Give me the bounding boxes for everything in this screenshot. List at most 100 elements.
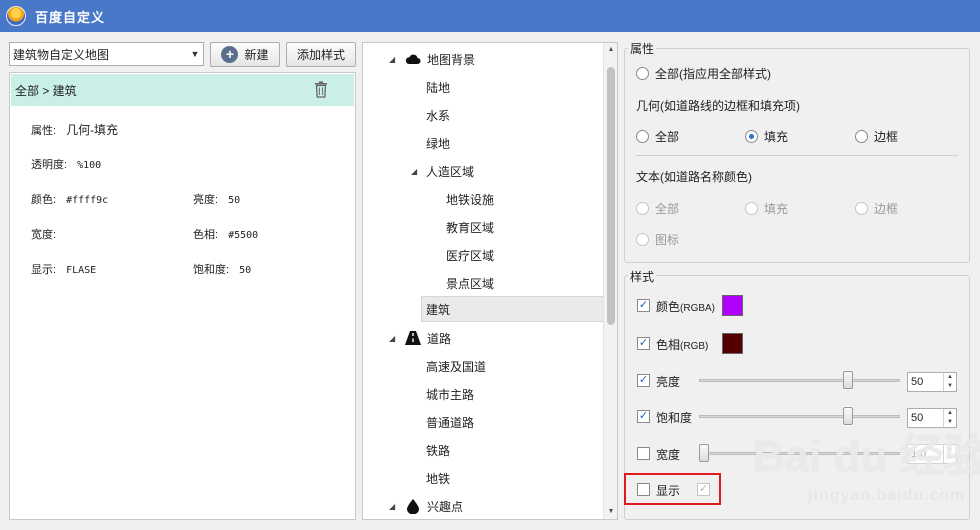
radio-label: 图标 (655, 233, 680, 247)
cloud-icon (405, 51, 421, 67)
radio-dot (636, 130, 649, 143)
hue-label: 色相(RGB) (656, 336, 708, 353)
scroll-up-icon[interactable]: ▲ (604, 43, 617, 57)
spin-down-icon[interactable]: ▼ (944, 382, 956, 391)
radio-dot (855, 130, 868, 143)
prop-color-value: #ffff9c (66, 195, 109, 206)
tree-scrollbar[interactable]: ▲ ▼ (603, 43, 617, 519)
spin-up-icon[interactable]: ▲ (944, 373, 956, 382)
map-select-dropdown[interactable]: 建筑物自定义地图 ▼ (9, 42, 204, 66)
trash-icon[interactable] (314, 81, 328, 98)
hue-checkbox[interactable]: ✓ (637, 337, 650, 350)
brightness-slider-thumb[interactable] (843, 371, 853, 389)
expand-icon[interactable]: ◢ (411, 167, 417, 176)
color-hint: (RGBA) (680, 303, 716, 314)
scroll-thumb[interactable] (607, 67, 615, 325)
text-title: 文本(如道路名称颜色) (636, 170, 752, 184)
prop-hue: 色相: #5500 (193, 226, 258, 242)
tree-item-label: 地铁 (426, 471, 451, 486)
prop-color: 颜色: #ffff9c (31, 191, 108, 207)
radio-dot (636, 233, 649, 246)
color-checkbox[interactable]: ✓ (637, 299, 650, 312)
tree-item-label: 城市主路 (426, 387, 475, 402)
tree-item-scenic[interactable]: 景点区域 (446, 270, 494, 296)
radio-label: 填充 (764, 130, 789, 144)
breadcrumb: 全部 > 建筑 (15, 83, 77, 98)
tree-item-arterial[interactable]: 城市主路 (426, 381, 474, 407)
tree-item-education[interactable]: 教育区域 (446, 214, 494, 240)
spin-up-icon[interactable]: ▲ (944, 409, 956, 418)
prop-attribute-label: 属性: (31, 125, 57, 137)
watermark-brand: Bai du 经验 (753, 432, 980, 481)
new-button[interactable]: + 新建 (210, 42, 280, 67)
style-group-title: 样式 (628, 268, 657, 285)
watermark-url: jingyan.baidu.com (808, 487, 966, 504)
tree-item-local-road[interactable]: 普通道路 (426, 409, 474, 435)
tree-item-water[interactable]: 水系 (426, 102, 450, 128)
saturation-checkbox[interactable]: ✓ (637, 410, 650, 423)
app-logo-icon (6, 6, 26, 26)
add-style-label: 添加样式 (296, 48, 345, 62)
color-label: 颜色(RGBA) (656, 298, 715, 315)
tree-item-medical[interactable]: 医疗区域 (446, 242, 494, 268)
add-style-button[interactable]: 添加样式 (286, 42, 356, 67)
tree-item-manmade[interactable]: ◢ 人造区域 (411, 158, 474, 184)
radio-text-all[interactable]: 全部 (636, 200, 679, 217)
tree-item-map-background[interactable]: ◢ 地图背景 (389, 46, 475, 72)
prop-opacity-value: %100 (77, 160, 102, 171)
radio-dot (745, 130, 758, 143)
brightness-slider-track[interactable] (699, 379, 900, 382)
tree-item-highway[interactable]: 高速及国道 (426, 353, 486, 379)
prop-hue-value: #5500 (228, 230, 259, 241)
drop-icon (405, 498, 421, 514)
brightness-label: 亮度 (656, 375, 681, 389)
prop-hue-label: 色相: (193, 229, 219, 241)
expand-icon[interactable]: ◢ (389, 55, 395, 64)
scroll-down-icon[interactable]: ▼ (604, 505, 617, 519)
radio-all-styles[interactable]: 全部(指应用全部样式) (636, 65, 771, 82)
prop-width: 宽度: (31, 226, 66, 242)
radio-geometry-border[interactable]: 边框 (855, 128, 898, 145)
radio-dot (855, 202, 868, 215)
saturation-slider-track[interactable] (699, 415, 900, 418)
brightness-spinbox[interactable]: 50 ▲ ▼ (907, 372, 957, 392)
tree-item-subway-facility[interactable]: 地铁设施 (446, 186, 494, 212)
tree-item-poi[interactable]: ◢ 兴趣点 (389, 493, 463, 519)
tree-item-label: 教育区域 (446, 220, 495, 235)
tree-item-land[interactable]: 陆地 (426, 74, 450, 100)
radio-text-border[interactable]: 边框 (855, 200, 898, 217)
width-slider-thumb[interactable] (699, 444, 709, 462)
hue-hint: (RGB) (680, 341, 709, 352)
tree-item-subway[interactable]: 地铁 (426, 465, 450, 491)
road-icon (405, 330, 421, 346)
color-label-text: 颜色 (656, 300, 681, 314)
prop-saturation-value: 50 (239, 265, 252, 276)
radio-text-icon[interactable]: 图标 (636, 231, 679, 248)
window-title: 百度自定义 (35, 9, 106, 25)
prop-saturation-label: 饱和度: (193, 264, 230, 276)
hue-swatch[interactable] (722, 333, 743, 354)
tree-item-road[interactable]: ◢ 道路 (389, 325, 451, 351)
spin-arrows[interactable]: ▲ ▼ (943, 373, 956, 391)
width-checkbox[interactable] (637, 447, 650, 460)
tree-item-label: 景点区域 (446, 276, 495, 291)
expand-icon[interactable]: ◢ (389, 502, 395, 511)
tree-item-building[interactable]: 建筑 (421, 296, 607, 322)
map-select-value: 建筑物自定义地图 (13, 47, 110, 62)
highlight-box (624, 473, 721, 505)
brightness-checkbox[interactable]: ✓ (637, 374, 650, 387)
radio-label: 填充 (764, 202, 789, 216)
radio-geometry-fill[interactable]: 填充 (745, 128, 788, 145)
divider (636, 155, 958, 156)
prop-saturation: 饱和度: 50 (193, 261, 251, 277)
radio-geometry-all[interactable]: 全部 (636, 128, 679, 145)
prop-opacity: 透明度: %100 (31, 156, 101, 172)
radio-dot (745, 202, 758, 215)
radio-label: 边框 (874, 130, 899, 144)
radio-text-fill[interactable]: 填充 (745, 200, 788, 217)
color-swatch[interactable] (722, 295, 743, 316)
tree-item-green[interactable]: 绿地 (426, 130, 450, 156)
expand-icon[interactable]: ◢ (389, 334, 395, 343)
tree-item-railway[interactable]: 铁路 (426, 437, 450, 463)
style-list-item-selected[interactable]: 全部 > 建筑 (11, 74, 354, 106)
